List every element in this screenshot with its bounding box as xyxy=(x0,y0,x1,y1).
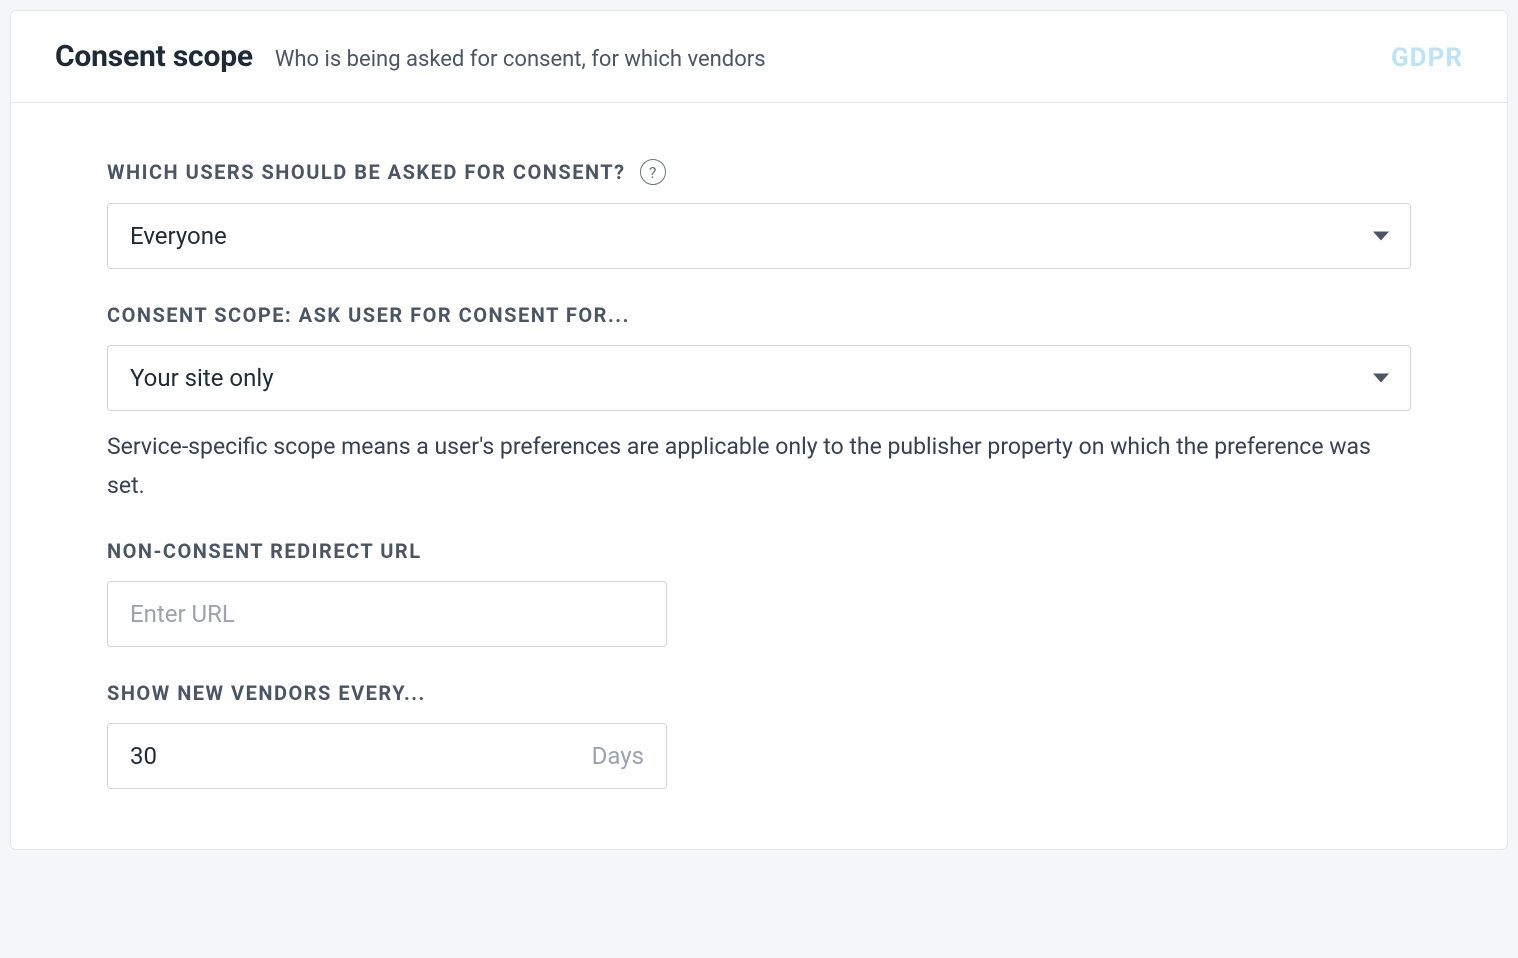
scope-label: CONSENT SCOPE: ASK USER FOR CONSENT FOR.… xyxy=(107,303,630,327)
redirect-field-group: NON-CONSENT REDIRECT URL xyxy=(107,539,1411,647)
users-field-group: WHICH USERS SHOULD BE ASKED FOR CONSENT?… xyxy=(107,159,1411,269)
consent-scope-card: Consent scope Who is being asked for con… xyxy=(10,10,1508,850)
users-label: WHICH USERS SHOULD BE ASKED FOR CONSENT? xyxy=(107,160,626,184)
scope-select-value[interactable]: Your site only xyxy=(107,345,1411,411)
scope-field-group: CONSENT SCOPE: ASK USER FOR CONSENT FOR.… xyxy=(107,303,1411,505)
vendors-field-group: SHOW NEW VENDORS EVERY... Days xyxy=(107,681,1411,789)
card-title: Consent scope xyxy=(55,39,253,74)
redirect-label-row: NON-CONSENT REDIRECT URL xyxy=(107,539,1411,563)
users-selected-text: Everyone xyxy=(130,222,227,250)
vendors-label: SHOW NEW VENDORS EVERY... xyxy=(107,681,426,705)
vendors-days-input[interactable] xyxy=(108,724,592,788)
card-subtitle: Who is being asked for consent, for whic… xyxy=(275,47,766,72)
users-select-value[interactable]: Everyone xyxy=(107,203,1411,269)
users-select[interactable]: Everyone xyxy=(107,203,1411,269)
gdpr-badge: GDPR xyxy=(1391,43,1463,73)
header-left: Consent scope Who is being asked for con… xyxy=(55,39,766,74)
redirect-label: NON-CONSENT REDIRECT URL xyxy=(107,539,422,563)
scope-label-row: CONSENT SCOPE: ASK USER FOR CONSENT FOR.… xyxy=(107,303,1411,327)
vendors-input-wrap: Days xyxy=(107,723,667,789)
vendors-unit: Days xyxy=(592,742,644,770)
scope-helper-text: Service-specific scope means a user's pr… xyxy=(107,427,1411,505)
vendors-label-row: SHOW NEW VENDORS EVERY... xyxy=(107,681,1411,705)
scope-selected-text: Your site only xyxy=(130,364,274,392)
scope-select[interactable]: Your site only xyxy=(107,345,1411,411)
card-body: WHICH USERS SHOULD BE ASKED FOR CONSENT?… xyxy=(11,103,1507,849)
help-icon[interactable]: ? xyxy=(640,159,666,185)
redirect-url-input[interactable] xyxy=(107,581,667,647)
users-label-row: WHICH USERS SHOULD BE ASKED FOR CONSENT?… xyxy=(107,159,1411,185)
card-header: Consent scope Who is being asked for con… xyxy=(11,11,1507,103)
